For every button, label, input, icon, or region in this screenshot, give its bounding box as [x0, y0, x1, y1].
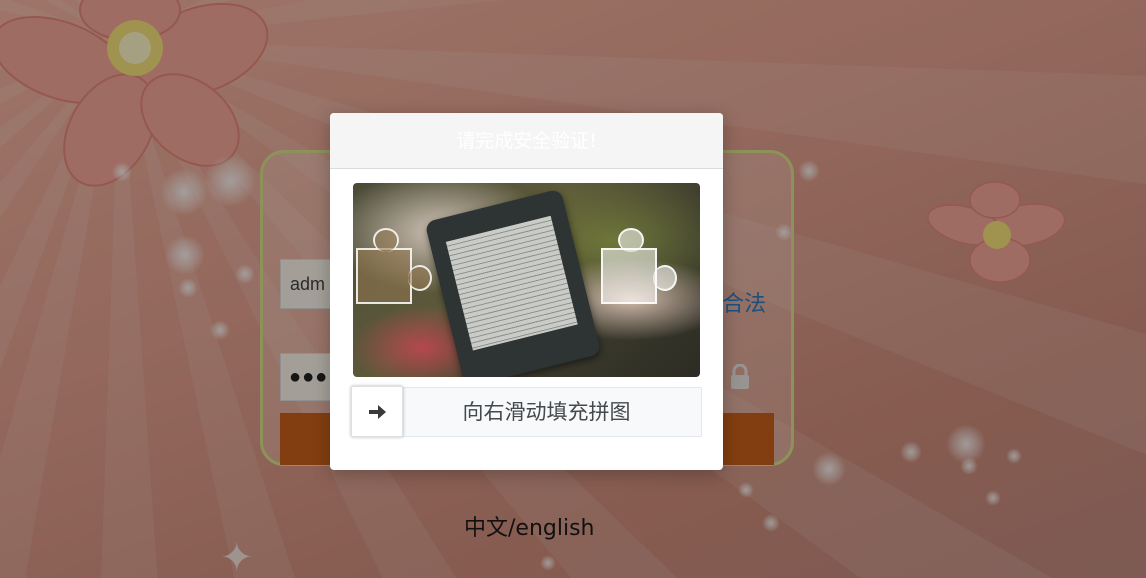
language-switch[interactable]: 中文/english — [464, 510, 595, 542]
captcha-modal: 请完成安全验证! 向右滑动填充拼图 — [330, 113, 723, 470]
slider-track[interactable]: 向右滑动填充拼图 — [351, 387, 702, 437]
captcha-title: 请完成安全验证! — [330, 113, 723, 169]
arrow-right-icon — [369, 404, 386, 419]
puzzle-piece[interactable] — [356, 228, 432, 304]
puzzle-image — [353, 183, 700, 377]
puzzle-slot — [601, 228, 677, 304]
slider-hint: 向右滑动填充拼图 — [462, 400, 631, 424]
slider-handle[interactable] — [351, 386, 403, 437]
ereader-illustration — [424, 188, 602, 377]
